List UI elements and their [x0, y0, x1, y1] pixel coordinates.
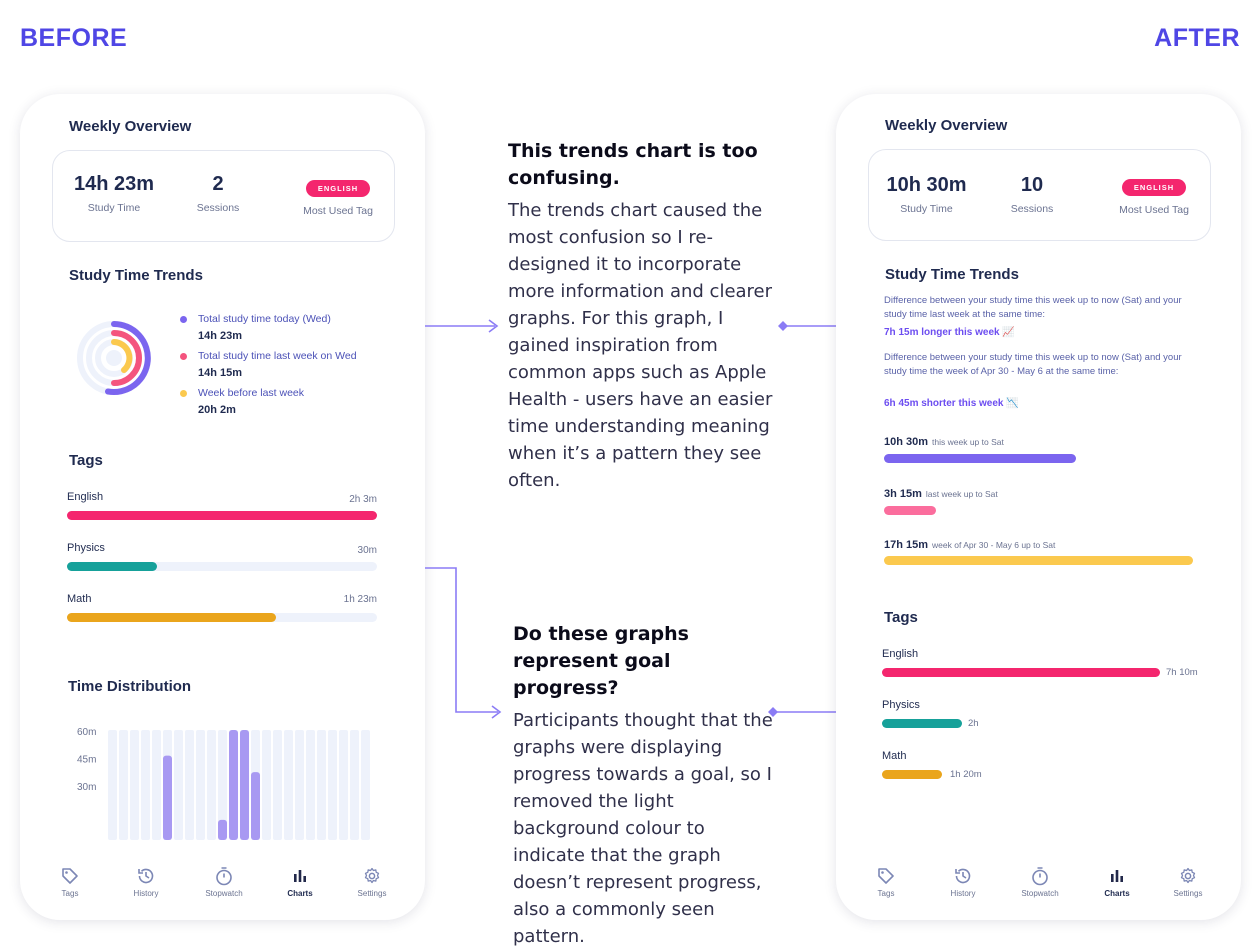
history-icon — [955, 868, 971, 884]
most-used-tag-stat: ENGLISH Most Used Tag — [1109, 177, 1199, 216]
chart-icon — [1111, 870, 1123, 882]
nav-stopwatch[interactable]: Stopwatch — [1010, 866, 1070, 898]
nav-charts[interactable]: Charts — [1087, 866, 1147, 898]
tag-bar — [882, 719, 962, 728]
after-phone-screen: Weekly Overview 10h 30m Study Time 10 Se… — [836, 94, 1241, 920]
tag-name: English — [882, 648, 919, 660]
annotation-body: The trends chart caused the most confusi… — [508, 200, 773, 491]
tag-icon — [878, 868, 894, 884]
nav-label: History — [950, 889, 976, 898]
study-time-stat: 10h 30m Study Time — [879, 174, 974, 215]
trend-bar-value: 10h 30m — [884, 436, 929, 448]
tag-duration: 1h 20m — [950, 769, 982, 780]
trend-bar-this-week-label: 10h 30m this week up to Sat — [884, 432, 1004, 450]
gear-icon — [1180, 867, 1196, 884]
after-bottom-nav: Tags History Stopwatch Charts Settings — [836, 852, 1241, 920]
sessions-value: 10 — [1020, 174, 1044, 196]
tags-title: Tags — [884, 609, 918, 626]
annotation-trends: This trends chart is too confusing. The … — [508, 138, 778, 494]
nav-tags[interactable]: Tags — [856, 866, 916, 898]
study-time-trends-title: Study Time Trends — [885, 266, 1019, 283]
trend-bar-desc: week of Apr 30 - May 6 up to Sat — [932, 540, 1056, 550]
trend-bar-apr-week — [884, 556, 1193, 565]
annotation-body: Participants thought that the graphs wer… — [513, 710, 773, 946]
study-time-label: Study Time — [900, 203, 953, 215]
nav-label: Stopwatch — [1021, 889, 1059, 898]
tag-duration: 7h 10m — [1166, 667, 1198, 678]
sessions-label: Sessions — [1010, 203, 1054, 215]
difference-last-week-value: 7h 15m longer this week 📈 — [884, 327, 1015, 338]
tag-bar — [882, 770, 942, 779]
trend-bar-desc: this week up to Sat — [932, 437, 1004, 447]
nav-history[interactable]: History — [933, 866, 993, 898]
nav-label: Settings — [1173, 889, 1203, 898]
annotation-title: This trends chart is too confusing. — [508, 140, 758, 189]
difference-apr-week-text: Difference between your study time this … — [884, 352, 1182, 377]
tag-duration: 2h — [968, 718, 979, 729]
trend-bar-this-week — [884, 454, 1076, 463]
study-time-value: 10h 30m — [886, 174, 967, 196]
tag-name: Math — [882, 750, 907, 762]
annotation-goal-progress: Do these graphs represent goal progress?… — [513, 621, 778, 946]
nav-label: Charts — [1104, 889, 1130, 898]
nav-label: Tags — [877, 889, 895, 898]
difference-last-week-text: Difference between your study time this … — [884, 295, 1182, 320]
trend-bar-last-week-label: 3h 15m last week up to Sat — [884, 484, 998, 502]
trend-bar-value: 3h 15m — [884, 488, 922, 500]
tag-name: Physics — [882, 699, 920, 711]
difference-apr-week-value: 6h 45m shorter this week 📉 — [884, 398, 1019, 409]
most-used-tag-label: Most Used Tag — [1119, 204, 1189, 216]
sessions-stat: 10 Sessions — [997, 174, 1067, 215]
nav-settings[interactable]: Settings — [1158, 866, 1218, 898]
overview-card: 10h 30m Study Time 10 Sessions ENGLISH M… — [868, 149, 1211, 241]
tag-bar — [882, 668, 1160, 677]
trend-bar-value: 17h 15m — [884, 539, 929, 551]
annotation-title: Do these graphs represent goal progress? — [513, 623, 689, 699]
trend-bar-last-week — [884, 506, 936, 515]
weekly-overview-title: Weekly Overview — [885, 117, 1008, 134]
trend-bar-desc: last week up to Sat — [925, 489, 998, 499]
trend-bar-apr-week-label: 17h 15m week of Apr 30 - May 6 up to Sat — [884, 535, 1055, 553]
most-used-tag-pill: ENGLISH — [1121, 179, 1187, 196]
stopwatch-icon — [1032, 867, 1048, 886]
